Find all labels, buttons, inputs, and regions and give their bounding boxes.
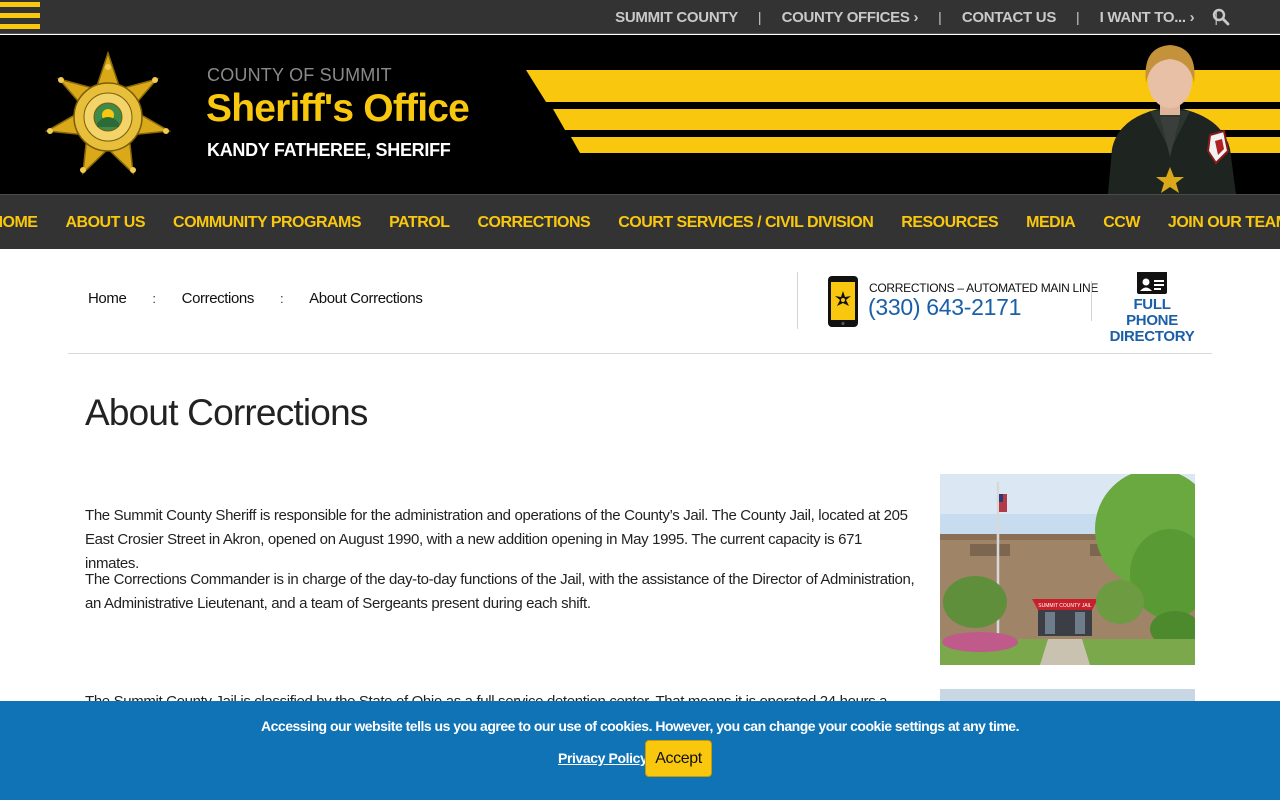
directory-link-line1: FULL PHONE: [1126, 296, 1178, 329]
utility-separator: |: [757, 9, 762, 25]
content-paragraph: The Corrections Commander is in charge o…: [85, 571, 915, 612]
contact-card-icon[interactable]: [1136, 271, 1168, 295]
directory-divider: [1091, 281, 1092, 321]
content-paragraph: The Summit County Sheriff is responsible…: [85, 507, 908, 572]
breadcrumb-separator: :: [279, 291, 284, 306]
sheriff-portrait-image: [1108, 45, 1236, 194]
phone-line-label: CORRECTIONS – AUTOMATED MAIN LINE: [869, 281, 1099, 295]
page-title: About Corrections: [85, 392, 368, 433]
sheriff-star-badge-logo: [45, 51, 171, 175]
cookie-consent-banner: Accessing our website tells us you agree…: [0, 701, 1280, 800]
directory-link-line2: DIRECTORY: [1109, 328, 1195, 345]
top-utility-bar: SUMMIT COUNTY | COUNTY OFFICES › | CONTA…: [0, 0, 1280, 34]
breadcrumb-corrections[interactable]: Corrections: [182, 290, 255, 307]
privacy-policy-link[interactable]: Privacy Policy: [558, 750, 648, 766]
nav-item-about-us[interactable]: ABOUT US: [65, 214, 145, 232]
breadcrumb: Home : Corrections : About Corrections: [88, 290, 423, 307]
utility-separator: |: [1076, 9, 1080, 25]
utility-link-i-want-to[interactable]: I WANT TO... ›: [1100, 9, 1195, 26]
county-jail-building-photo: SUMMIT COUNTY JAIL: [940, 474, 1195, 665]
hamburger-menu-icon[interactable]: [0, 0, 40, 34]
header-banner: COUNTY OF SUMMIT Sheriff's Office KANDY …: [0, 35, 1280, 194]
nav-item-media[interactable]: MEDIA: [1026, 214, 1076, 232]
nav-item-court-services[interactable]: COURT SERVICES / CIVIL DIVISION: [618, 214, 874, 232]
breadcrumb-separator: :: [152, 291, 156, 306]
full-phone-directory-link[interactable]: FULL PHONE DIRECTORY: [1108, 297, 1196, 345]
main-navigation: HOME ABOUT US COMMUNITY PROGRAMS PATROL …: [0, 194, 1280, 249]
nav-item-join-our-team[interactable]: JOIN OUR TEAM: [1168, 214, 1280, 232]
header-divider-line: [68, 353, 1212, 354]
nav-item-home[interactable]: HOME: [0, 214, 38, 232]
jail-sign-text: SUMMIT COUNTY JAIL: [1038, 603, 1092, 609]
search-icon[interactable]: [1212, 8, 1230, 26]
utility-nav: SUMMIT COUNTY | COUNTY OFFICES › | CONTA…: [615, 0, 1238, 34]
sheriff-name: KANDY FATHEREE, SHERIFF: [207, 140, 451, 160]
nav-item-ccw[interactable]: CCW: [1103, 214, 1140, 232]
accept-cookies-button[interactable]: Accept: [645, 740, 712, 777]
utility-link-contact-us[interactable]: CONTACT US: [962, 9, 1057, 26]
org-county-label: COUNTY OF SUMMIT: [207, 65, 392, 85]
utility-separator: |: [938, 9, 942, 25]
nav-item-patrol[interactable]: PATROL: [389, 214, 450, 232]
utility-link-county-offices[interactable]: COUNTY OFFICES ›: [782, 9, 919, 26]
org-title[interactable]: Sheriff's Office: [206, 87, 470, 131]
cookie-message: Accessing our website tells us you agree…: [261, 718, 1019, 734]
contact-divider: [797, 272, 798, 329]
yellow-stripes-decoration: [526, 70, 1280, 153]
breadcrumb-home[interactable]: Home: [88, 290, 127, 307]
nav-item-resources[interactable]: RESOURCES: [901, 214, 998, 232]
utility-link-summit-county[interactable]: SUMMIT COUNTY: [615, 9, 738, 26]
breadcrumb-current: About Corrections: [309, 290, 423, 307]
mobile-phone-icon: [828, 276, 858, 327]
nav-item-community-programs[interactable]: COMMUNITY PROGRAMS: [173, 214, 362, 232]
nav-item-corrections[interactable]: CORRECTIONS: [477, 214, 590, 232]
phone-number-link[interactable]: (330) 643-2171: [868, 294, 1021, 321]
